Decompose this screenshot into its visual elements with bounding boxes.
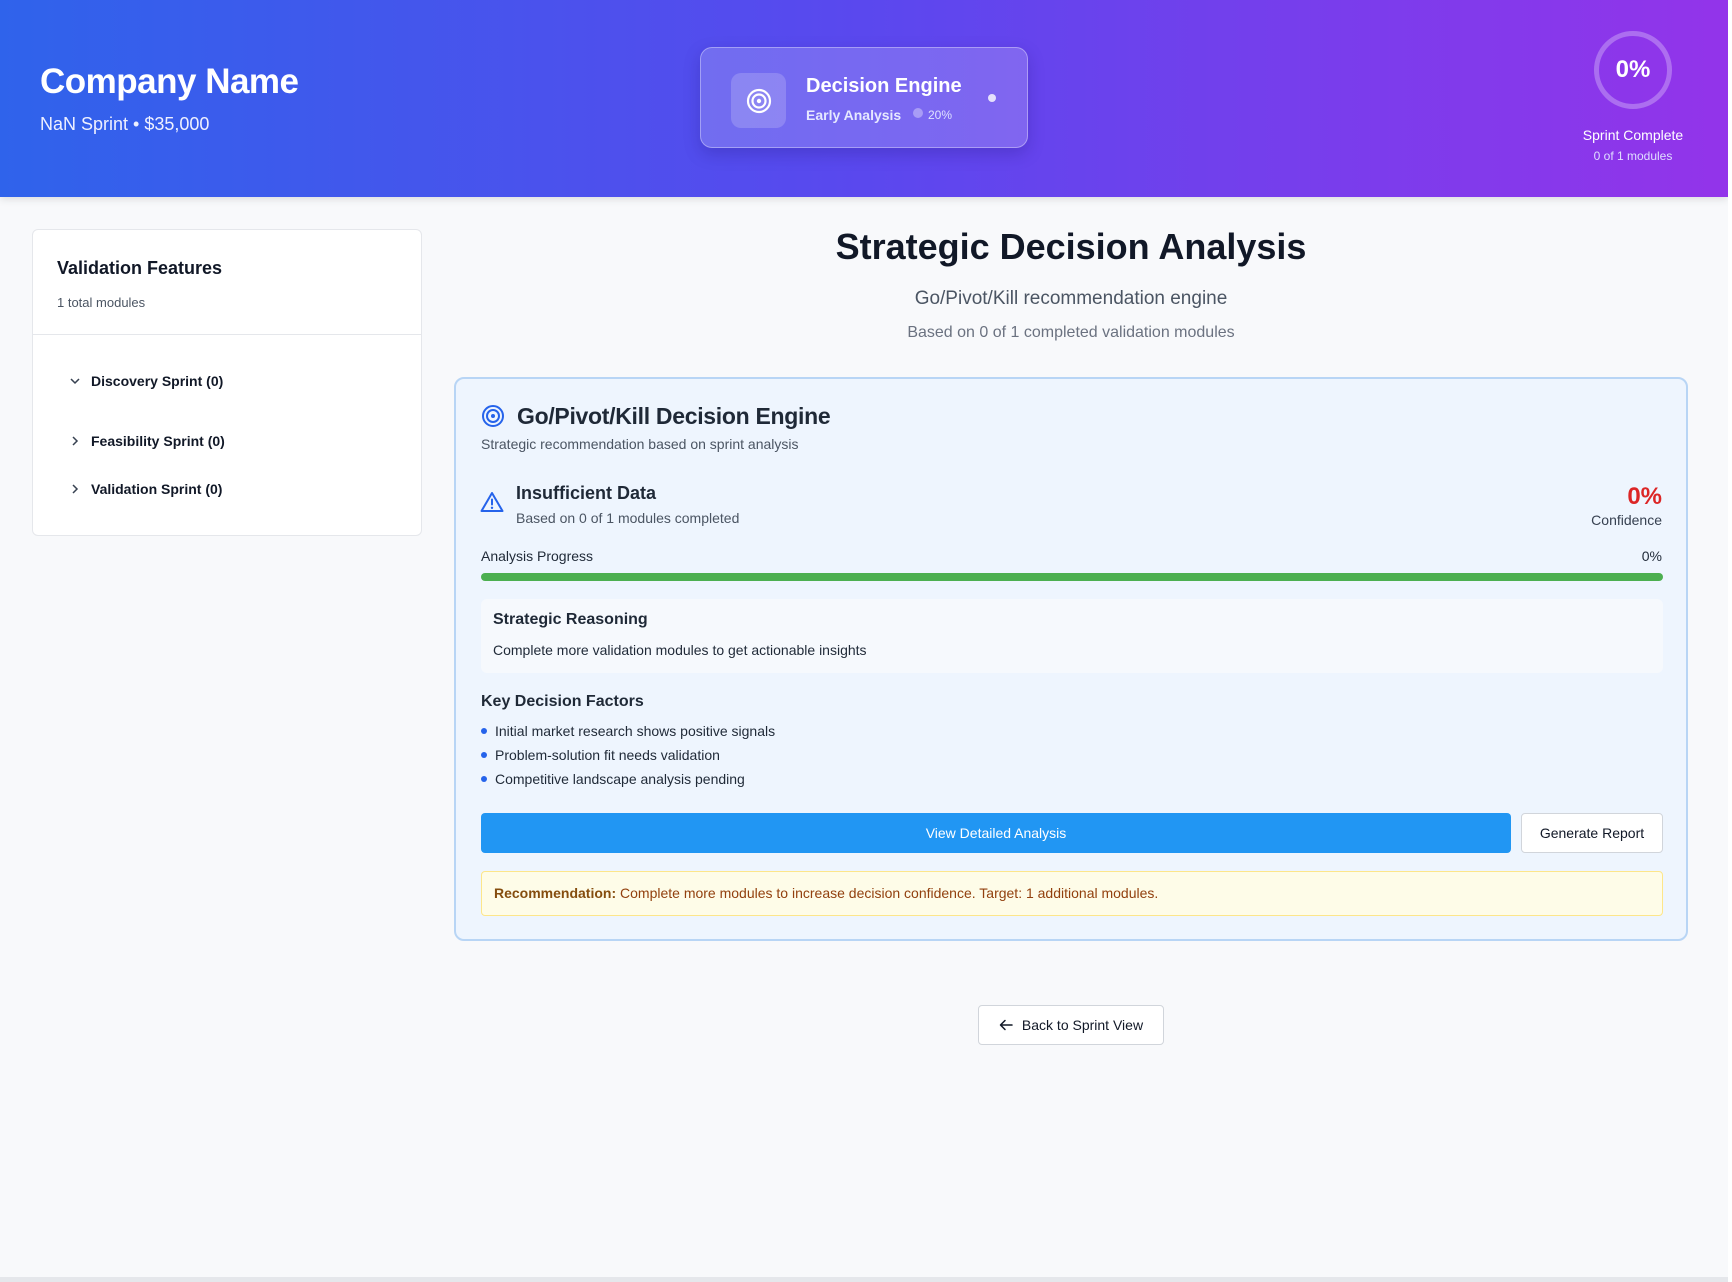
chevron-down-icon	[69, 375, 91, 387]
generate-report-button[interactable]: Generate Report	[1521, 813, 1663, 853]
reasoning-text: Complete more validation modules to get …	[493, 642, 867, 658]
analysis-progress-value: 0%	[1641, 548, 1662, 564]
list-item: Initial market research shows positive s…	[481, 723, 775, 739]
decision-engine-card[interactable]: Decision Engine Early Analysis 20%	[700, 47, 1028, 148]
confidence-label: Confidence	[1591, 512, 1662, 528]
back-to-sprint-view-button[interactable]: Back to Sprint View	[978, 1005, 1164, 1045]
app-header: Company Name NaN Sprint • $35,000 Decisi…	[0, 0, 1728, 197]
company-name: Company Name	[40, 62, 299, 101]
warning-icon	[480, 491, 504, 518]
page-subtitle: Go/Pivot/Kill recommendation engine	[914, 288, 1228, 309]
decision-status-title: Insufficient Data	[516, 483, 657, 503]
key-factors-title: Key Decision Factors	[481, 693, 644, 710]
recommendation-label: Recommendation:	[494, 885, 617, 901]
decision-status-sub: Based on 0 of 1 modules completed	[516, 510, 740, 526]
status-dot-icon	[988, 94, 996, 102]
window-edge	[1728, 0, 1732, 1282]
sidebar-count: 1 total modules	[57, 295, 146, 310]
sidebar-item-validation-sprint[interactable]: Validation Sprint (0)	[69, 481, 222, 497]
sidebar-header: Validation Features 1 total modules	[33, 230, 421, 335]
factor-text: Initial market research shows positive s…	[495, 723, 776, 739]
chevron-right-icon	[69, 435, 91, 447]
sidebar-item-label: Feasibility Sprint (0)	[91, 433, 225, 449]
sprint-progress-value: 0%	[1615, 56, 1651, 83]
bullet-icon	[481, 776, 487, 782]
decision-engine-panel: Go/Pivot/Kill Decision Engine Strategic …	[454, 377, 1688, 941]
target-icon	[731, 73, 786, 128]
arrow-left-icon	[999, 1019, 1013, 1031]
factor-text: Problem-solution fit needs validation	[495, 747, 720, 763]
engine-percent: 20%	[928, 108, 953, 122]
horizontal-scrollbar[interactable]	[0, 1277, 1728, 1282]
list-item: Problem-solution fit needs validation	[481, 747, 720, 763]
sidebar-item-feasibility-sprint[interactable]: Feasibility Sprint (0)	[69, 433, 225, 449]
confidence-value: 0%	[1627, 483, 1662, 510]
analysis-progress-label: Analysis Progress	[481, 548, 594, 564]
page-title: Strategic Decision Analysis	[835, 226, 1307, 267]
sprint-progress-label: Sprint Complete	[1582, 127, 1684, 143]
chevron-right-icon	[69, 483, 91, 495]
bullet-icon	[481, 728, 487, 734]
back-button-label: Back to Sprint View	[1021, 1017, 1144, 1033]
sidebar-item-label: Validation Sprint (0)	[91, 481, 223, 497]
sprint-progress-ring: 0%	[1594, 31, 1672, 109]
panel-title: Go/Pivot/Kill Decision Engine	[517, 403, 831, 429]
view-detailed-analysis-button[interactable]: View Detailed Analysis	[481, 813, 1511, 853]
recommendation-box: Recommendation: Complete more modules to…	[481, 871, 1663, 916]
factor-text: Competitive landscape analysis pending	[495, 771, 745, 787]
analysis-progress-bar	[481, 573, 1663, 581]
strategic-reasoning-box: Strategic Reasoning Complete more valida…	[481, 599, 1663, 673]
sidebar-item-label: Discovery Sprint (0)	[91, 373, 224, 389]
reasoning-title: Strategic Reasoning	[493, 611, 648, 628]
progress-dot-icon	[913, 108, 923, 118]
bullet-icon	[481, 752, 487, 758]
sidebar: Validation Features 1 total modules Disc…	[32, 229, 422, 536]
sidebar-title: Validation Features	[57, 258, 223, 278]
page-based-on: Based on 0 of 1 completed validation mod…	[907, 324, 1235, 341]
sidebar-item-discovery-sprint[interactable]: Discovery Sprint (0)	[69, 373, 223, 389]
recommendation-text: Complete more modules to increase decisi…	[616, 885, 1159, 901]
company-subtitle: NaN Sprint • $35,000	[40, 114, 210, 134]
list-item: Competitive landscape analysis pending	[481, 771, 745, 787]
target-icon	[481, 404, 505, 433]
engine-phase: Early Analysis	[806, 107, 902, 123]
engine-title: Decision Engine	[806, 75, 962, 97]
company-block: Company Name NaN Sprint • $35,000	[40, 62, 299, 135]
panel-subtitle: Strategic recommendation based on sprint…	[481, 436, 799, 452]
sprint-progress-sub: 0 of 1 modules	[1593, 149, 1673, 163]
